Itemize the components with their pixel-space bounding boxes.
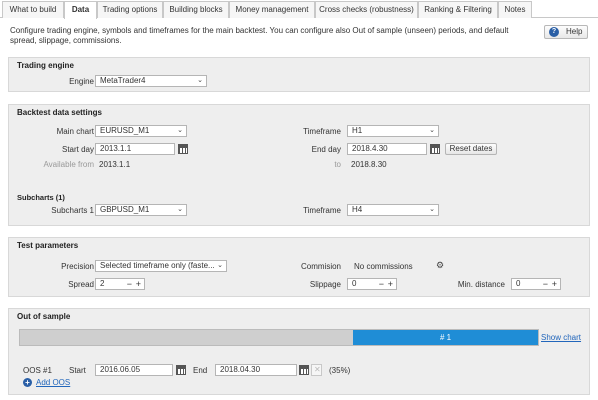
trading-engine-title: Trading engine — [17, 61, 74, 70]
minus-icon[interactable]: − — [127, 279, 132, 289]
oos-segment[interactable]: # 1 — [353, 330, 538, 345]
gear-icon[interactable]: ⚙ — [436, 260, 444, 271]
chevron-down-icon: ⌄ — [429, 127, 435, 134]
plus-icon[interactable]: + — [136, 279, 141, 289]
min-distance-value: 0 — [516, 279, 521, 288]
tab-trading-options[interactable]: Trading options — [97, 1, 163, 18]
main-chart-select[interactable]: EURUSD_M1 ⌄ — [95, 125, 187, 137]
trading-engine-panel: Trading engine Engine MetaTrader4 ⌄ — [8, 57, 590, 92]
tab-cross-checks[interactable]: Cross checks (robustness) — [315, 1, 418, 18]
available-from-label: Available from — [43, 160, 94, 169]
timeframe-label: Timeframe — [303, 127, 341, 136]
main-chart-value: EURUSD_M1 — [100, 126, 150, 135]
start-day-label: Start day — [61, 145, 94, 154]
slippage-stepper[interactable]: 0 − + — [347, 278, 397, 290]
calendar-icon[interactable] — [430, 144, 440, 154]
end-day-label: End day — [311, 145, 341, 154]
add-icon[interactable]: + — [23, 378, 32, 387]
oos-timeline-bar: # 1 — [19, 329, 539, 346]
subcharts1-label: Subcharts 1 — [51, 206, 94, 215]
chevron-down-icon: ⌄ — [217, 262, 223, 269]
timeframe-select[interactable]: H1 ⌄ — [347, 125, 439, 137]
min-distance-stepper[interactable]: 0 − + — [511, 278, 561, 290]
oos-percent: (35%) — [329, 366, 351, 375]
out-of-sample-panel: Out of sample # 1 Show chart OOS #1 Star… — [8, 308, 590, 395]
help-button[interactable]: ? Help — [544, 25, 588, 39]
commission-value: No commissions — [354, 262, 413, 271]
chevron-down-icon: ⌄ — [429, 206, 435, 213]
tab-building-blocks[interactable]: Building blocks — [163, 1, 229, 18]
backtest-data-title: Backtest data settings — [17, 108, 102, 117]
sub-timeframe-label: Timeframe — [303, 206, 341, 215]
oos-end-input[interactable]: 2018.04.30 — [215, 364, 297, 376]
engine-value: MetaTrader4 — [100, 76, 146, 85]
sub-timeframe-select[interactable]: H4 ⌄ — [347, 204, 439, 216]
tab-what-to-build[interactable]: What to build — [2, 1, 64, 18]
available-to-value: 2018.8.30 — [351, 160, 387, 169]
tab-money-management[interactable]: Money management — [229, 1, 315, 18]
sub-timeframe-value: H4 — [352, 205, 363, 214]
slippage-value: 0 — [352, 279, 357, 288]
reset-dates-button[interactable]: Reset dates — [445, 143, 497, 155]
test-parameters-title: Test parameters — [17, 241, 79, 250]
backtest-data-panel: Backtest data settings Main chart EURUSD… — [8, 104, 590, 226]
chevron-down-icon: ⌄ — [197, 77, 203, 84]
plus-icon[interactable]: + — [552, 279, 557, 289]
tab-notes[interactable]: Notes — [498, 1, 532, 18]
tab-bar: What to build Data Trading options Build… — [0, 0, 598, 19]
slippage-label: Slippage — [309, 280, 341, 289]
oos-start-label: Start — [69, 366, 86, 375]
help-icon: ? — [549, 27, 559, 37]
min-distance-label: Min. distance — [457, 280, 505, 289]
calendar-icon[interactable] — [178, 144, 188, 154]
chevron-down-icon: ⌄ — [177, 206, 183, 213]
main-chart-label: Main chart — [56, 127, 94, 136]
tab-data[interactable]: Data — [64, 1, 97, 19]
oos-row-label: OOS #1 — [23, 366, 52, 375]
minus-icon[interactable]: − — [543, 279, 548, 289]
test-parameters-panel: Test parameters Precision Selected timef… — [8, 237, 590, 297]
start-day-input[interactable]: 2013.1.1 — [95, 143, 175, 155]
spread-label: Spread — [68, 280, 94, 289]
tab-ranking-filtering[interactable]: Ranking & Filtering — [418, 1, 498, 18]
subcharts-title: Subcharts (1) — [17, 193, 65, 202]
available-to-label: to — [334, 160, 341, 169]
plus-icon[interactable]: + — [388, 279, 393, 289]
available-from-value: 2013.1.1 — [99, 160, 131, 169]
oos-end-label: End — [193, 366, 208, 375]
clear-icon[interactable]: ✕ — [311, 364, 322, 376]
spread-stepper[interactable]: 2 − + — [95, 278, 145, 290]
precision-label: Precision — [61, 262, 94, 271]
minus-icon[interactable]: − — [379, 279, 384, 289]
show-chart-link[interactable]: Show chart — [541, 333, 581, 342]
page-description: Configure trading engine, symbols and ti… — [10, 26, 509, 45]
commission-label: Commision — [300, 262, 341, 271]
subcharts1-select[interactable]: GBPUSD_M1 ⌄ — [95, 204, 187, 216]
calendar-icon[interactable] — [299, 365, 309, 375]
spread-value: 2 — [100, 279, 105, 288]
timeframe-value: H1 — [352, 126, 363, 135]
end-day-input[interactable]: 2018.4.30 — [347, 143, 427, 155]
chevron-down-icon: ⌄ — [177, 127, 183, 134]
engine-select[interactable]: MetaTrader4 ⌄ — [95, 75, 207, 87]
help-label: Help — [566, 27, 583, 36]
oos-start-input[interactable]: 2016.06.05 — [95, 364, 173, 376]
calendar-icon[interactable] — [176, 365, 186, 375]
out-of-sample-title: Out of sample — [17, 312, 71, 321]
subcharts1-value: GBPUSD_M1 — [100, 205, 150, 214]
engine-label: Engine — [69, 77, 94, 86]
add-oos-link[interactable]: Add OOS — [36, 378, 70, 387]
precision-select[interactable]: Selected timeframe only (faste... ⌄ — [95, 260, 227, 272]
precision-value: Selected timeframe only (faste... — [100, 261, 215, 270]
